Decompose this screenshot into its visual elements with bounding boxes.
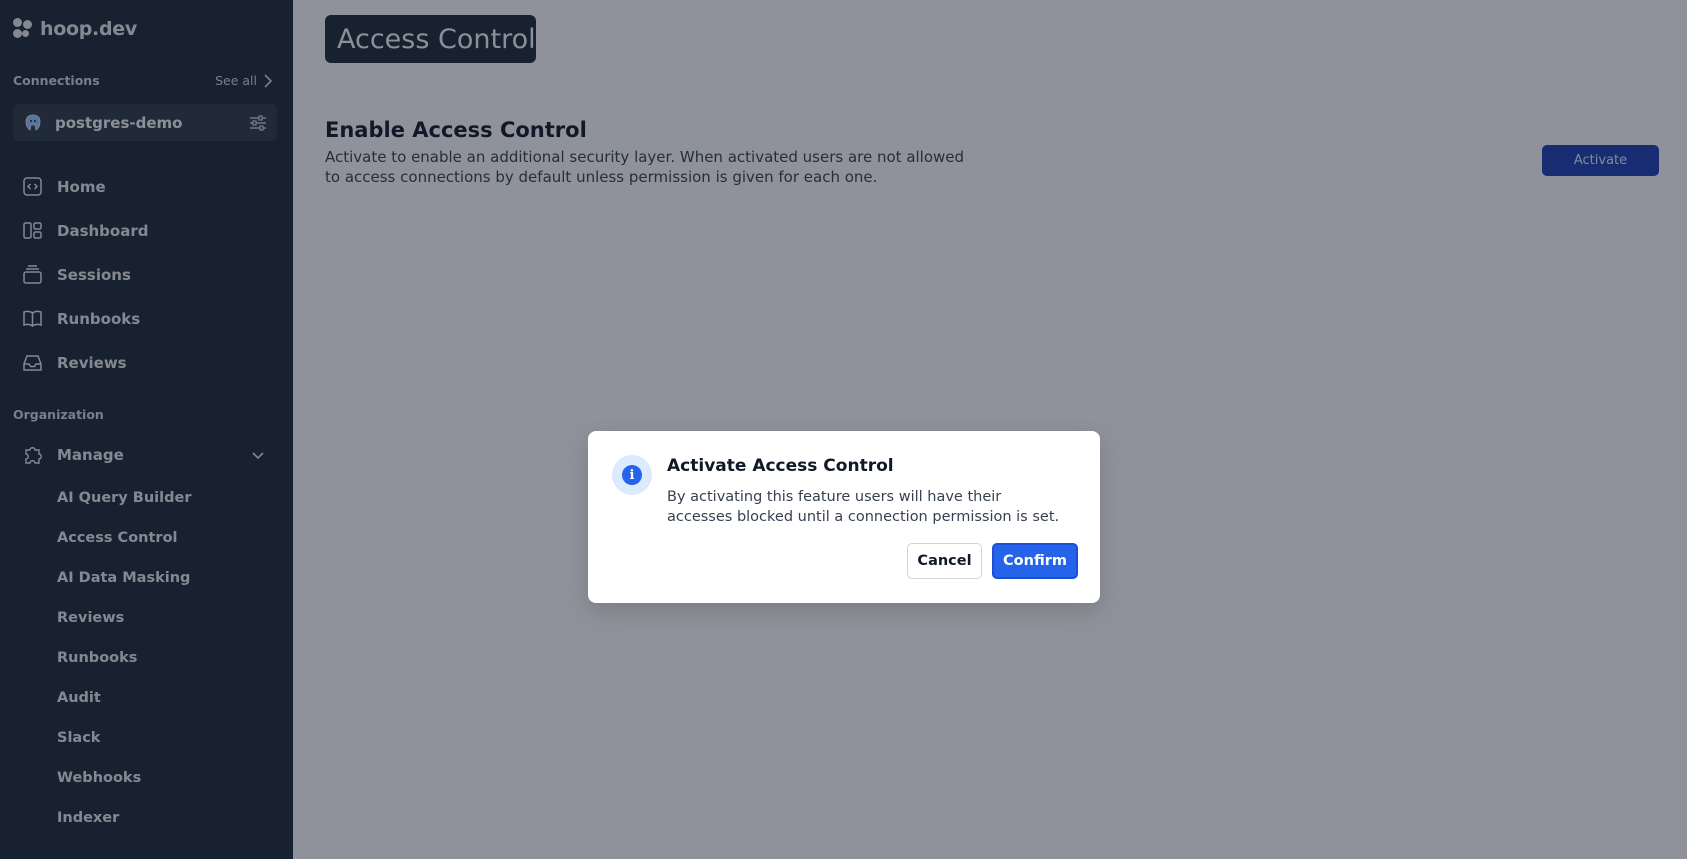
info-glyph: i: [622, 465, 642, 485]
modal-overlay[interactable]: [0, 0, 1687, 859]
dialog-body: By activating this feature users will ha…: [667, 489, 1060, 525]
cancel-button[interactable]: Cancel: [907, 543, 982, 579]
confirm-dialog: i Activate Access Control By activating …: [588, 431, 1100, 603]
confirm-button[interactable]: Confirm: [992, 543, 1078, 579]
dialog-title: Activate Access Control: [667, 456, 894, 476]
info-icon: i: [612, 455, 652, 495]
